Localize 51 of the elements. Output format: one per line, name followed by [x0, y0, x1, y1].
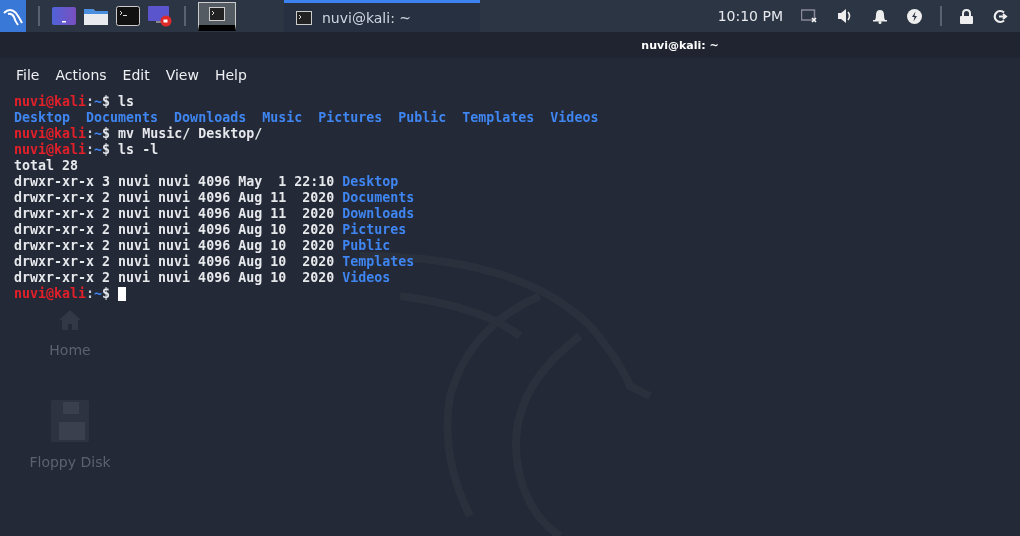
directory-name: Documents	[86, 110, 159, 126]
file-info: drwxr-xr-x 2 nuvi nuvi 4096 Aug 10 2020	[14, 254, 335, 270]
workspace-thumbnail[interactable]	[198, 1, 236, 31]
lock-icon[interactable]	[960, 8, 973, 24]
directory-name: Music	[262, 110, 303, 126]
desktop-icon[interactable]	[52, 6, 76, 26]
bell-icon[interactable]	[873, 8, 887, 24]
directory-name: Public	[398, 110, 447, 126]
terminal-icon[interactable]	[116, 6, 140, 26]
directory-name: Pictures	[342, 222, 407, 238]
window-title: nuvi@kali: ~	[641, 38, 719, 52]
prompt: nuvi@kali:~$	[14, 286, 111, 302]
terminal-icon	[296, 10, 312, 25]
screen-recorder-icon[interactable]	[148, 5, 172, 27]
task-button[interactable]: nuvi@kali: ~	[284, 0, 480, 32]
folder-icon[interactable]	[84, 6, 108, 26]
directory-name: Desktop	[14, 110, 71, 126]
directory-name: Downloads	[174, 110, 247, 126]
directory-name: Pictures	[318, 110, 383, 126]
power-icon[interactable]	[907, 8, 922, 24]
directory-name: Public	[342, 238, 391, 254]
command-text: mv Music/ Desktop/	[118, 126, 263, 142]
prompt: nuvi@kali:~$	[14, 126, 111, 142]
prompt: nuvi@kali:~$	[14, 94, 111, 110]
display-icon[interactable]	[801, 9, 817, 23]
directory-name: Desktop	[342, 174, 399, 190]
file-info: drwxr-xr-x 2 nuvi nuvi 4096 Aug 11 2020	[14, 206, 335, 222]
file-info: drwxr-xr-x 2 nuvi nuvi 4096 Aug 10 2020	[14, 238, 335, 254]
directory-name: Documents	[342, 190, 415, 206]
menu-item[interactable]: Actions	[47, 64, 115, 86]
directory-name: Templates	[342, 254, 415, 270]
directory-name: Videos	[342, 270, 391, 286]
file-info: drwxr-xr-x 2 nuvi nuvi 4096 Aug 11 2020	[14, 190, 335, 206]
file-info: drwxr-xr-x 2 nuvi nuvi 4096 Aug 10 2020	[14, 270, 335, 286]
clock[interactable]: 10:10 PM	[717, 8, 783, 24]
prompt: nuvi@kali:~$	[14, 142, 111, 158]
file-info: drwxr-xr-x 3 nuvi nuvi 4096 May 1 22:10	[14, 174, 335, 190]
menu-item[interactable]: File	[8, 64, 48, 86]
menu-item[interactable]: View	[157, 64, 207, 86]
menu-item[interactable]: Edit	[114, 64, 158, 86]
menu-icon[interactable]	[0, 0, 26, 32]
output-text: total 28	[14, 158, 79, 174]
directory-name: Downloads	[342, 206, 415, 222]
logout-icon[interactable]	[993, 8, 1008, 24]
menu-item[interactable]: Help	[206, 64, 255, 86]
directory-name: Videos	[550, 110, 599, 126]
command-text: ls -l	[118, 142, 159, 158]
command-text: ls	[118, 94, 135, 110]
volume-icon[interactable]	[837, 9, 853, 23]
directory-name: Templates	[462, 110, 535, 126]
file-info: drwxr-xr-x 2 nuvi nuvi 4096 Aug 10 2020	[14, 222, 335, 238]
